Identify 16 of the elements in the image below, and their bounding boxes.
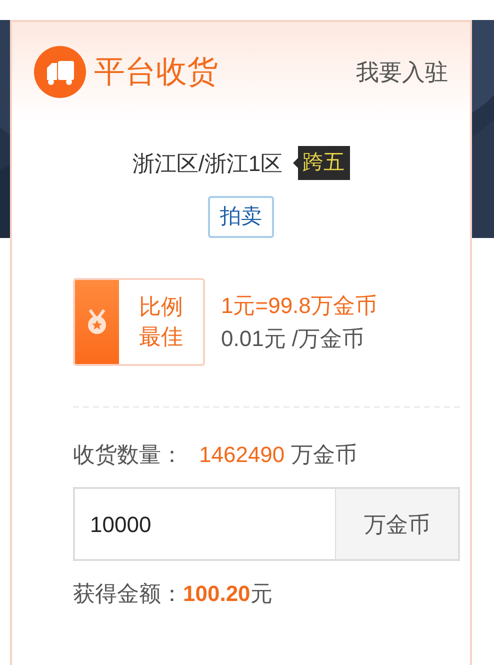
- medal-icon: [86, 308, 108, 336]
- quantity-value: 1462490 万金币: [199, 441, 357, 469]
- unit-price: 0.01元 /万金币: [221, 325, 366, 353]
- join-link[interactable]: 我要入驻: [356, 54, 448, 90]
- quantity-label: 收货数量：: [73, 441, 183, 469]
- badge-text: 比例: [139, 293, 183, 321]
- trade-mode-tag: 拍卖: [208, 196, 274, 238]
- server-name: 浙江区/浙江1区: [132, 150, 283, 178]
- server-tag: 跨五: [292, 146, 350, 180]
- unit-label: 万金币: [334, 487, 460, 561]
- amount-field[interactable]: 10000: [73, 487, 335, 561]
- badge-text: 最佳: [139, 323, 183, 351]
- exchange-rate: 1元=99.8万金币: [221, 292, 377, 320]
- truck-icon: [34, 46, 86, 98]
- page-title: 平台收货: [94, 52, 218, 91]
- payout-text: 获得金额：100.20元: [73, 580, 274, 608]
